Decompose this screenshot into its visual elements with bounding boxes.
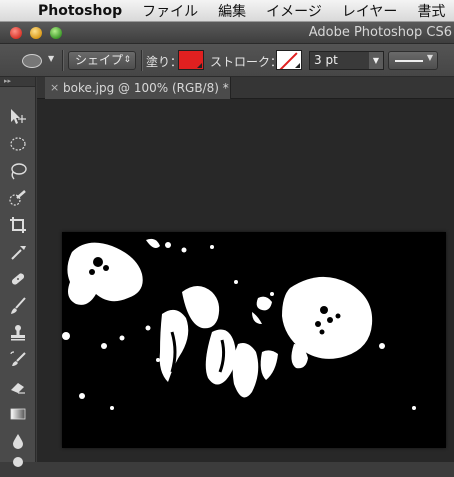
panel-collapse-icon[interactable]: ▸▸ [0,77,35,87]
chevron-down-icon[interactable]: ▼ [48,54,54,63]
divider [62,50,64,71]
stroke-size-value: 3 pt [314,53,338,67]
menu-layer[interactable]: レイヤー [342,1,398,21]
stroke-label: ストローク： [210,55,283,69]
close-tab-icon[interactable]: × [50,77,59,99]
stroke-type-dropdown[interactable]: ▼ [388,51,438,70]
menu-app-name[interactable]: Photoshop [38,3,122,19]
eraser-icon[interactable] [8,377,28,397]
healing-brush-icon[interactable] [8,269,28,289]
updown-arrows-icon: ⇕ [123,55,131,65]
stroke-color-swatch[interactable] [276,50,302,70]
document-tab-title: boke.jpg @ 100% (RGB/8) * [63,81,229,95]
document-tab[interactable]: × boke.jpg @ 100% (RGB/8) * [45,77,231,99]
brush-icon[interactable] [8,296,28,316]
options-bar: ▼ シェイプ ⇕ 塗り： ストローク： 3 pt ▼ ▼ [0,44,454,77]
window-title: Adobe Photoshop CS6 [308,25,452,40]
solid-line-icon [395,60,423,62]
menu-bar: Photoshop ファイル 編集 イメージ レイヤー 書式 [0,0,454,22]
window-title-bar: Adobe Photoshop CS6 [0,22,454,44]
move-icon[interactable] [8,107,28,127]
close-window-button[interactable] [10,27,22,39]
menu-image[interactable]: イメージ [266,1,322,21]
zoom-window-button[interactable] [50,27,62,39]
swatch-menu-icon [197,63,202,68]
eyedropper-icon[interactable] [8,242,28,262]
blur-icon[interactable] [8,431,28,451]
menu-file[interactable]: ファイル [142,1,198,21]
threshold-image [62,238,416,410]
chevron-down-icon[interactable]: ▼ [369,52,383,69]
shape-mode-dropdown[interactable]: シェイプ ⇕ [68,51,136,70]
minimize-window-button[interactable] [30,27,42,39]
stamp-icon[interactable] [8,323,28,343]
fill-color-swatch[interactable] [178,50,204,70]
tools-panel: ▸▸ [0,77,36,467]
image-canvas[interactable] [62,232,446,448]
gradient-icon[interactable] [8,404,28,424]
menu-edit[interactable]: 編集 [218,1,246,21]
chevron-down-icon: ▼ [426,53,433,62]
divider [141,50,143,71]
quick-selection-icon[interactable] [8,188,28,208]
fill-label: 塗り： [146,55,183,69]
dodge-icon[interactable] [8,453,28,473]
swatch-menu-icon [295,63,300,68]
lasso-icon[interactable] [8,161,28,181]
ellipse-tool-preset-icon[interactable] [22,54,42,68]
history-brush-icon[interactable] [8,350,28,370]
stroke-size-field[interactable]: 3 pt ▼ [309,51,384,70]
shape-mode-label: シェイプ [75,53,124,67]
crop-icon[interactable] [8,215,28,235]
menu-type[interactable]: 書式 [417,1,445,21]
document-tab-bar: × boke.jpg @ 100% (RGB/8) * [37,77,454,99]
marquee-icon[interactable] [8,134,28,154]
